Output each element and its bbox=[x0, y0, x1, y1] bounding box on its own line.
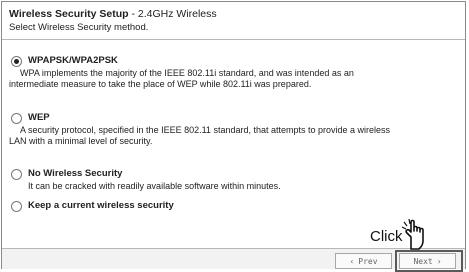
next-button-highlight bbox=[395, 250, 463, 272]
page-title-main: Wireless Security Setup bbox=[9, 8, 129, 20]
page-title: Wireless Security Setup - 2.4GHz Wireles… bbox=[9, 8, 217, 20]
radio-keep-current[interactable] bbox=[11, 201, 22, 212]
option-wpapsk-label[interactable]: WPAPSK/WPA2PSK bbox=[28, 55, 118, 66]
option-no-security-label[interactable]: No Wireless Security bbox=[28, 168, 122, 179]
prev-button-label: Prev bbox=[358, 256, 378, 266]
pointing-hand-icon bbox=[401, 219, 424, 250]
option-wep-desc-line2: LAN with a minimal level of security. bbox=[9, 136, 153, 146]
page-subtitle: Select Wireless Security method. bbox=[9, 22, 149, 33]
option-wep-desc-line1: A security protocol, specified in the IE… bbox=[20, 125, 391, 135]
option-keep-current-label[interactable]: Keep a current wireless security bbox=[28, 200, 174, 211]
chevron-left-icon: ‹ bbox=[349, 256, 355, 266]
option-wpapsk-desc-line2: intermediate measure to take the place o… bbox=[9, 79, 312, 89]
click-callout-text: Click bbox=[370, 228, 403, 245]
option-wpapsk-desc-line1: WPA implements the majority of the IEEE … bbox=[20, 68, 354, 78]
wizard-header: Wireless Security Setup - 2.4GHz Wireles… bbox=[2, 2, 465, 40]
radio-wep[interactable] bbox=[11, 113, 22, 124]
option-no-security-desc: It can be cracked with readily available… bbox=[28, 181, 281, 191]
wizard-footer: ‹ Prev Next › bbox=[2, 248, 465, 272]
radio-wpapsk[interactable] bbox=[11, 56, 22, 67]
page-title-band: - 2.4GHz Wireless bbox=[128, 8, 217, 20]
radio-no-security[interactable] bbox=[11, 169, 22, 180]
security-options: WPAPSK/WPA2PSK WPA implements the majori… bbox=[2, 40, 465, 247]
option-wep-label[interactable]: WEP bbox=[28, 112, 50, 123]
prev-button[interactable]: ‹ Prev bbox=[335, 253, 392, 269]
